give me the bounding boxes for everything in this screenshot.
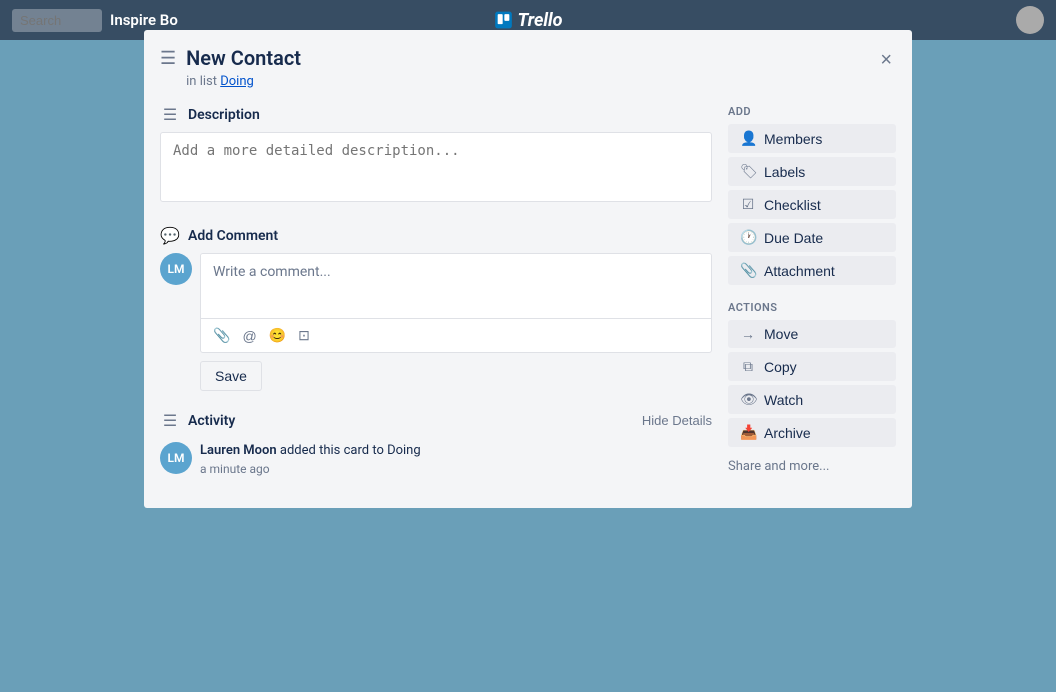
activity-user-avatar: LM — [160, 442, 192, 474]
archive-icon: 📥 — [740, 424, 756, 441]
modal-title-area: New Contact in list Doing — [186, 46, 301, 89]
modal-subtitle: in list Doing — [186, 74, 301, 89]
attachment-icon: 📎 — [740, 262, 756, 279]
comment-box-wrapper: 📎 @ 😊 ⊡ Save — [200, 253, 712, 391]
description-icon: ☰ — [160, 105, 180, 124]
move-label: Move — [764, 326, 798, 342]
copy-label: Copy — [764, 359, 797, 375]
card-modal: ☰ New Contact in list Doing × ☰ Descript… — [144, 30, 912, 508]
activity-section-header: ☰ Activity — [160, 411, 235, 430]
move-icon: → — [740, 326, 756, 342]
labels-icon: 🏷 — [740, 163, 756, 180]
copy-button[interactable]: ⧉ Copy — [728, 352, 896, 381]
members-button[interactable]: 👤 Members — [728, 124, 896, 153]
activity-user-name: Lauren Moon — [200, 443, 277, 458]
modal-backdrop: ☰ New Contact in list Doing × ☰ Descript… — [0, 0, 1056, 692]
comment-icon: 💬 — [160, 226, 180, 245]
checklist-icon: ☑ — [740, 196, 756, 213]
members-icon: 👤 — [740, 130, 756, 147]
close-button[interactable]: × — [876, 46, 896, 74]
emoji-icon-btn[interactable]: 😊 — [267, 325, 288, 346]
comment-section: 💬 Add Comment LM 📎 @ 😊 — [160, 226, 712, 391]
activity-action: added this card to Doing — [280, 443, 421, 458]
comment-header: 💬 Add Comment — [160, 226, 712, 245]
due-date-button[interactable]: 🕐 Due Date — [728, 223, 896, 252]
move-button[interactable]: → Move — [728, 320, 896, 348]
activity-icon: ☰ — [160, 411, 180, 430]
share-more-link[interactable]: Share and more... — [728, 459, 896, 474]
comment-title: Add Comment — [188, 228, 278, 244]
modal-header: ☰ New Contact in list Doing × — [160, 46, 896, 89]
checklist-button[interactable]: ☑ Checklist — [728, 190, 896, 219]
modal-body: ☰ Description 💬 Add Comment LM — [160, 105, 896, 492]
save-comment-button[interactable]: Save — [200, 361, 262, 391]
attachment-button[interactable]: 📎 Attachment — [728, 256, 896, 285]
activity-header: ☰ Activity Hide Details — [160, 411, 712, 430]
description-header: ☰ Description — [160, 105, 712, 124]
members-label: Members — [764, 131, 822, 147]
modal-main: ☰ Description 💬 Add Comment LM — [160, 105, 712, 492]
modal-title: New Contact — [186, 46, 301, 70]
comment-input-row: LM 📎 @ 😊 ⊡ Save — [160, 253, 712, 391]
actions-section-label: ACTIONS — [728, 301, 896, 314]
activity-title: Activity — [188, 413, 235, 429]
activity-time: a minute ago — [200, 462, 421, 476]
comment-toolbar: 📎 @ 😊 ⊡ — [201, 318, 711, 352]
due-date-label: Due Date — [764, 230, 823, 246]
format-icon-btn[interactable]: ⊡ — [296, 325, 312, 346]
description-title: Description — [188, 107, 260, 123]
checklist-label: Checklist — [764, 197, 821, 213]
archive-button[interactable]: 📥 Archive — [728, 418, 896, 447]
modal-sidebar: ADD 👤 Members 🏷 Labels ☑ Checklist — [728, 105, 896, 492]
watch-label: Watch — [764, 392, 803, 408]
list-name-link[interactable]: Doing — [220, 74, 254, 89]
comment-input[interactable] — [201, 254, 711, 314]
attachment-label: Attachment — [764, 263, 835, 279]
activity-text: Lauren Moon added this card to Doing — [200, 442, 421, 460]
copy-icon: ⧉ — [740, 358, 756, 375]
archive-label: Archive — [764, 425, 811, 441]
activity-item: LM Lauren Moon added this card to Doing … — [160, 442, 712, 476]
description-input[interactable] — [160, 132, 712, 202]
actions-section: ACTIONS → Move ⧉ Copy 👁 Watch 📥 — [728, 301, 896, 447]
watch-icon: 👁 — [740, 391, 756, 408]
add-section-label: ADD — [728, 105, 896, 118]
labels-button[interactable]: 🏷 Labels — [728, 157, 896, 186]
card-icon: ☰ — [160, 48, 176, 69]
activity-section: ☰ Activity Hide Details LM Lauren Moon a… — [160, 411, 712, 476]
mention-icon-btn[interactable]: @ — [240, 326, 258, 346]
attach-icon-btn[interactable]: 📎 — [211, 325, 232, 346]
hide-details-button[interactable]: Hide Details — [642, 413, 712, 428]
labels-label: Labels — [764, 164, 805, 180]
watch-button[interactable]: 👁 Watch — [728, 385, 896, 414]
add-section: ADD 👤 Members 🏷 Labels ☑ Checklist — [728, 105, 896, 285]
comment-box: 📎 @ 😊 ⊡ — [200, 253, 712, 353]
description-section: ☰ Description — [160, 105, 712, 206]
activity-content: Lauren Moon added this card to Doing a m… — [200, 442, 421, 476]
current-user-avatar: LM — [160, 253, 192, 285]
due-date-icon: 🕐 — [740, 229, 756, 246]
